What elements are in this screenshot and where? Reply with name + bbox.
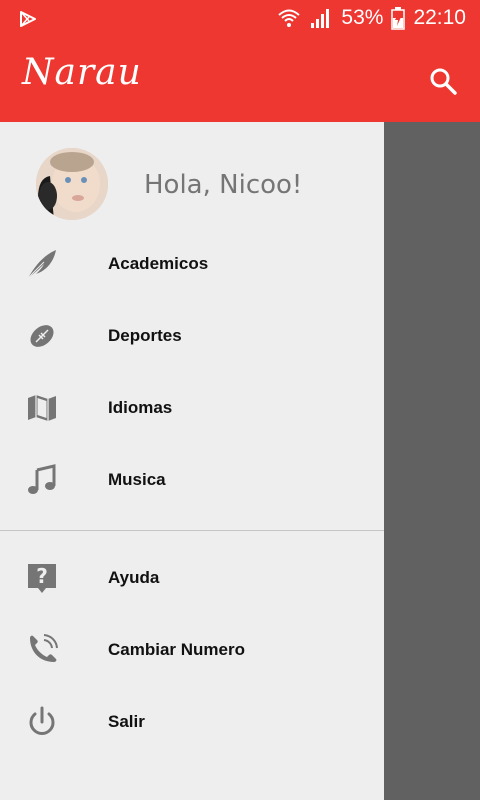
drawer-item-label: Deportes — [108, 326, 182, 345]
drawer-item-academicos[interactable]: Academicos — [0, 230, 384, 302]
drawer-item-ayuda[interactable]: ? Ayuda — [0, 544, 384, 616]
football-icon — [24, 318, 60, 354]
status-bar: 53% 22:10 — [0, 0, 480, 36]
drawer-scrim[interactable] — [384, 122, 480, 800]
wifi-icon — [277, 6, 301, 30]
drawer-item-musica[interactable]: Musica — [0, 446, 384, 518]
navigation-drawer: Hola, Nicoo! Academicos Deportes Idiomas… — [0, 122, 384, 800]
drawer-item-label: Musica — [108, 470, 166, 489]
battery-percentage: 53% — [341, 6, 384, 29]
greeting-text: Hola, Nicoo! — [144, 170, 303, 200]
search-icon[interactable] — [428, 66, 458, 96]
app-title: Narau — [22, 52, 142, 93]
drawer-item-label: Idiomas — [108, 398, 173, 417]
music-note-icon — [24, 462, 60, 498]
avatar[interactable] — [36, 148, 108, 220]
drawer-item-label: Academicos — [108, 254, 209, 273]
battery-charging-icon — [391, 6, 406, 30]
phone-icon — [24, 632, 60, 668]
drawer-item-label: Cambiar Numero — [108, 640, 245, 659]
clock: 22:10 — [413, 6, 466, 29]
svg-text:?: ? — [36, 564, 48, 588]
drawer-item-deportes[interactable]: Deportes — [0, 302, 384, 374]
power-icon — [24, 704, 60, 740]
drawer-item-salir[interactable]: Salir — [0, 688, 384, 760]
drawer-divider — [0, 530, 384, 531]
signal-icon — [309, 6, 333, 30]
drawer-item-label: Ayuda — [108, 568, 160, 587]
map-icon — [24, 390, 60, 426]
app-bar: Narau — [0, 36, 480, 122]
feather-icon — [24, 246, 60, 282]
help-icon: ? — [24, 560, 60, 596]
drawer-item-cambiar-numero[interactable]: Cambiar Numero — [0, 616, 384, 688]
drawer-item-idiomas[interactable]: Idiomas — [0, 374, 384, 446]
drawer-item-label: Salir — [108, 712, 145, 731]
play-store-notification-icon — [18, 9, 38, 29]
drawer-header: Hola, Nicoo! — [0, 122, 384, 234]
